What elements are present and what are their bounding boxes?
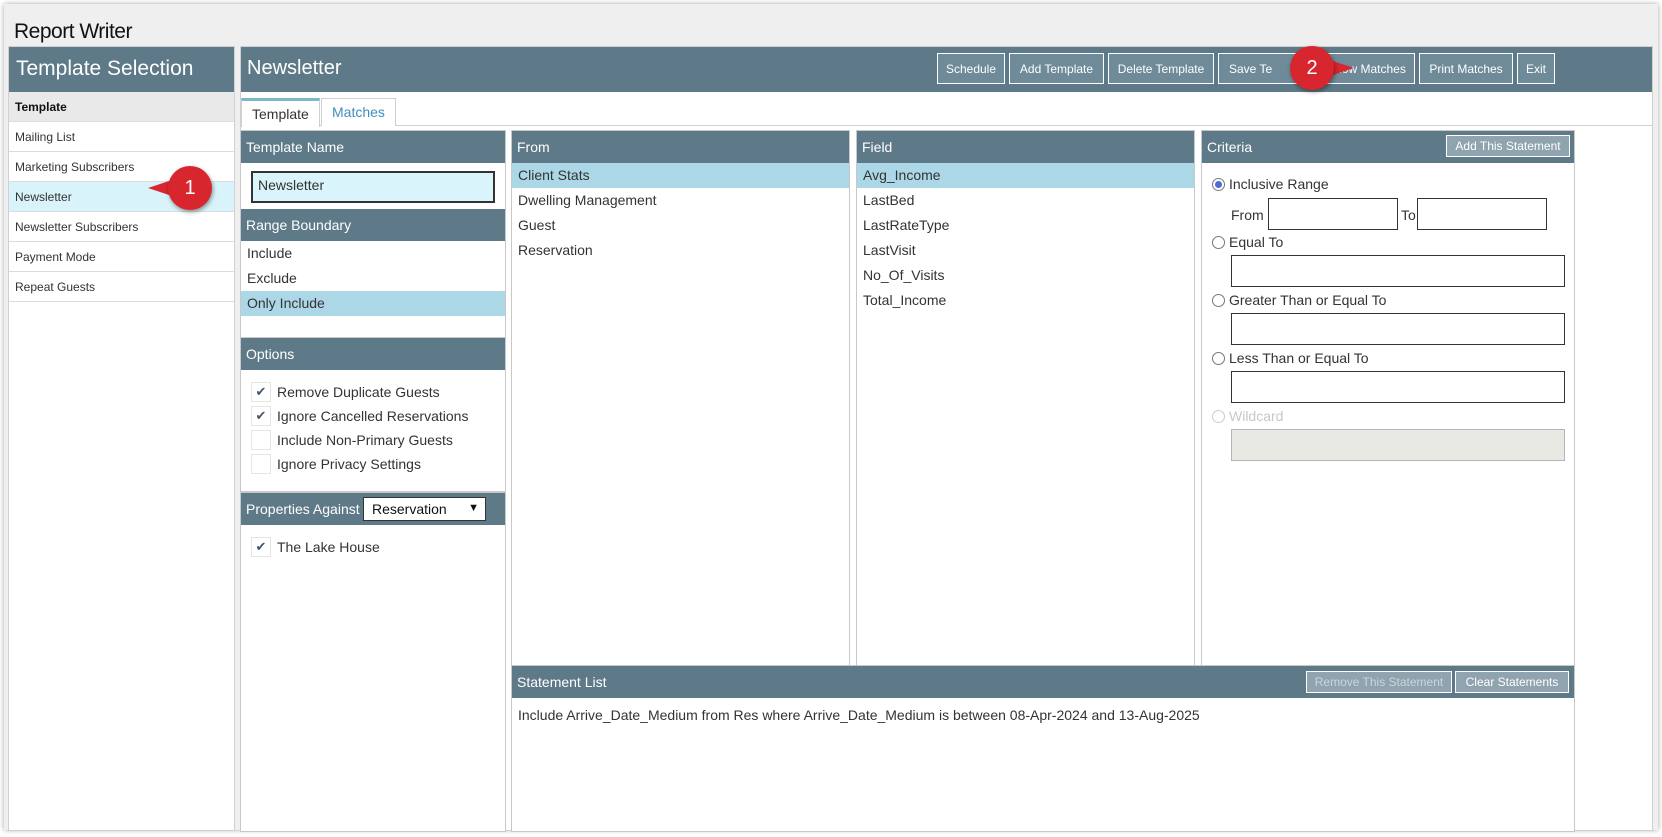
property-label: The Lake House xyxy=(277,539,380,555)
template-selection-sidebar: Template Selection Template Mailing List… xyxy=(8,46,235,831)
range-to-input[interactable] xyxy=(1417,198,1547,230)
range-option-only-include[interactable]: Only Include xyxy=(241,291,505,316)
tab-matches[interactable]: Matches xyxy=(321,98,396,126)
statement-list-panel: Statement List Remove This Statement Cle… xyxy=(511,665,1575,832)
radio-label: Inclusive Range xyxy=(1229,176,1329,192)
template-name-panel: Template Name Newsletter xyxy=(240,130,506,213)
check-icon[interactable]: ✔ xyxy=(251,382,271,402)
callout-badge-1: 1 xyxy=(168,166,212,210)
field-item-avg-income[interactable]: Avg_Income xyxy=(857,163,1194,188)
statement-item[interactable]: Include Arrive_Date_Medium from Res wher… xyxy=(512,703,1574,728)
checkbox-empty[interactable] xyxy=(251,454,271,474)
template-name-heading: Template Name xyxy=(241,131,505,163)
less-than-input[interactable] xyxy=(1231,371,1565,403)
template-name-input[interactable]: Newsletter xyxy=(251,171,495,203)
range-from-input[interactable] xyxy=(1268,198,1398,230)
radio-checked-icon[interactable] xyxy=(1212,177,1225,191)
delete-template-button[interactable]: Delete Template xyxy=(1108,53,1214,84)
to-label: To xyxy=(1401,207,1416,223)
option-ignore-privacy-settings[interactable]: Ignore Privacy Settings xyxy=(251,452,421,476)
main-panel: Newsletter Schedule Add Template Delete … xyxy=(240,46,1653,832)
options-panel: Options ✔ Remove Duplicate Guests ✔ Igno… xyxy=(240,337,506,492)
option-label: Remove Duplicate Guests xyxy=(277,384,440,400)
option-remove-duplicate-guests[interactable]: ✔ Remove Duplicate Guests xyxy=(251,380,440,404)
from-item-reservation[interactable]: Reservation xyxy=(512,238,849,263)
from-label: From xyxy=(1231,207,1264,223)
schedule-button[interactable]: Schedule xyxy=(937,53,1005,84)
add-this-statement-button[interactable]: Add This Statement xyxy=(1446,135,1570,157)
radio-inclusive-range[interactable]: Inclusive Range xyxy=(1212,176,1329,192)
radio-disabled-icon xyxy=(1212,409,1225,423)
radio-label: Wildcard xyxy=(1229,408,1284,424)
option-label: Include Non-Primary Guests xyxy=(277,432,453,448)
field-item-no-of-visits[interactable]: No_Of_Visits xyxy=(857,263,1194,288)
field-item-lastvisit[interactable]: LastVisit xyxy=(857,238,1194,263)
field-item-total-income[interactable]: Total_Income xyxy=(857,288,1194,313)
callout-badge-2: 2 xyxy=(1290,46,1334,90)
radio-label: Equal To xyxy=(1229,234,1284,250)
select-value: Reservation xyxy=(372,501,447,517)
radio-greater-than-or-equal[interactable]: Greater Than or Equal To xyxy=(1212,292,1386,308)
wildcard-input xyxy=(1231,429,1565,461)
add-template-button[interactable]: Add Template xyxy=(1009,53,1104,84)
check-icon[interactable]: ✔ xyxy=(251,406,271,426)
range-boundary-panel: Range Boundary Include Exclude Only Incl… xyxy=(240,209,506,340)
sidebar-item-newsletter-subscribers[interactable]: Newsletter Subscribers xyxy=(9,212,234,242)
option-include-non-primary-guests[interactable]: Include Non-Primary Guests xyxy=(251,428,453,452)
chevron-down-icon: ▼ xyxy=(468,502,479,514)
sidebar-column-header: Template xyxy=(9,92,234,122)
field-item-lastratetype[interactable]: LastRateType xyxy=(857,213,1194,238)
tab-bar: Template Matches xyxy=(241,93,1652,127)
radio-equal-to[interactable]: Equal To xyxy=(1212,234,1283,250)
radio-label: Greater Than or Equal To xyxy=(1229,292,1387,308)
field-heading: Field xyxy=(857,131,1194,163)
range-option-exclude[interactable]: Exclude xyxy=(241,266,505,291)
remove-this-statement-button[interactable]: Remove This Statement xyxy=(1306,671,1452,693)
sidebar-item-payment-mode[interactable]: Payment Mode xyxy=(9,242,234,272)
option-label: Ignore Privacy Settings xyxy=(277,456,421,472)
options-heading: Options xyxy=(241,338,505,370)
radio-label: Less Than or Equal To xyxy=(1229,350,1369,366)
checkbox-empty[interactable] xyxy=(251,430,271,450)
radio-less-than-or-equal[interactable]: Less Than or Equal To xyxy=(1212,350,1369,366)
property-the-lake-house[interactable]: ✔ The Lake House xyxy=(251,535,380,559)
field-panel: Field Avg_Income LastBed LastRateType La… xyxy=(856,130,1195,666)
sidebar-item-repeat-guests[interactable]: Repeat Guests xyxy=(9,272,234,302)
check-icon[interactable]: ✔ xyxy=(251,537,271,557)
sidebar-title: Template Selection xyxy=(9,47,234,92)
radio-unchecked-icon[interactable] xyxy=(1212,293,1225,307)
from-item-client-stats[interactable]: Client Stats xyxy=(512,163,849,188)
from-item-dwelling-management[interactable]: Dwelling Management xyxy=(512,188,849,213)
app-title: Report Writer xyxy=(14,20,132,43)
properties-against-select[interactable]: Reservation ▼ xyxy=(363,497,486,521)
properties-panel: Properties Against Reservation ▼ ✔ The L… xyxy=(240,492,506,832)
criteria-panel: Criteria Add This Statement Inclusive Ra… xyxy=(1201,130,1575,666)
range-boundary-heading: Range Boundary xyxy=(241,209,505,241)
field-item-lastbed[interactable]: LastBed xyxy=(857,188,1194,213)
greater-than-input[interactable] xyxy=(1231,313,1565,345)
radio-wildcard: Wildcard xyxy=(1212,408,1283,424)
radio-unchecked-icon[interactable] xyxy=(1212,235,1225,249)
radio-unchecked-icon[interactable] xyxy=(1212,351,1225,365)
from-item-guest[interactable]: Guest xyxy=(512,213,849,238)
option-label: Ignore Cancelled Reservations xyxy=(277,408,469,424)
properties-label: Properties Against xyxy=(246,501,360,517)
equal-to-input[interactable] xyxy=(1231,255,1565,287)
from-heading: From xyxy=(512,131,849,163)
option-ignore-cancelled-reservations[interactable]: ✔ Ignore Cancelled Reservations xyxy=(251,404,468,428)
range-option-include[interactable]: Include xyxy=(241,241,505,266)
exit-button[interactable]: Exit xyxy=(1517,53,1555,84)
print-matches-button[interactable]: Print Matches xyxy=(1419,53,1513,84)
tab-template[interactable]: Template xyxy=(241,98,320,127)
from-panel: From Client Stats Dwelling Management Gu… xyxy=(511,130,850,666)
clear-statements-button[interactable]: Clear Statements xyxy=(1455,671,1569,693)
sidebar-item-mailing-list[interactable]: Mailing List xyxy=(9,122,234,152)
main-header: Newsletter Schedule Add Template Delete … xyxy=(241,47,1652,92)
page-title: Newsletter xyxy=(247,57,342,79)
